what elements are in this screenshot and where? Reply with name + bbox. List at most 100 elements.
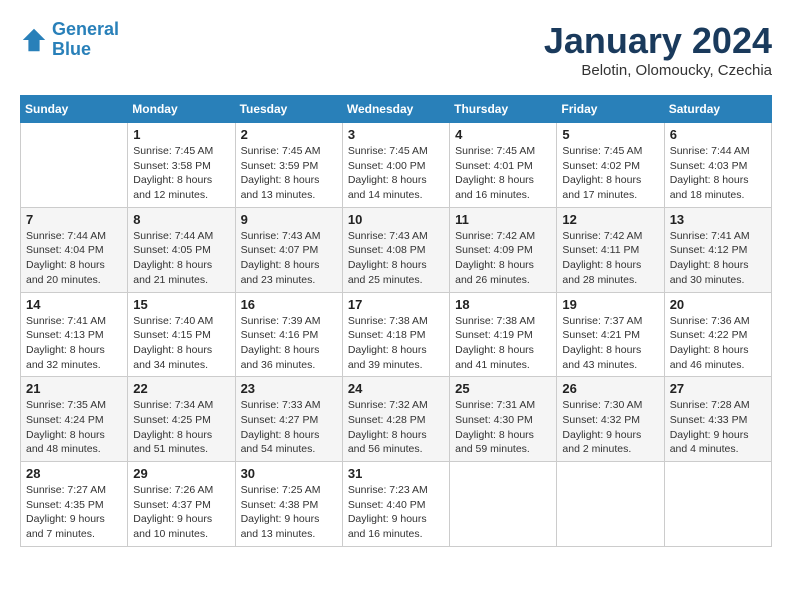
day-number: 19 xyxy=(562,297,658,312)
calendar-cell: 4 Sunrise: 7:45 AMSunset: 4:01 PMDaylight… xyxy=(450,123,557,208)
day-number: 11 xyxy=(455,212,551,227)
calendar-week-row: 28 Sunrise: 7:27 AMSunset: 4:35 PMDayligh… xyxy=(21,462,772,547)
day-info: Sunrise: 7:33 AMSunset: 4:27 PMDaylight:… xyxy=(241,398,337,457)
day-info: Sunrise: 7:43 AMSunset: 4:07 PMDaylight:… xyxy=(241,229,337,288)
calendar-cell: 7 Sunrise: 7:44 AMSunset: 4:04 PMDaylight… xyxy=(21,207,128,292)
weekday-header-row: SundayMondayTuesdayWednesdayThursdayFrid… xyxy=(21,96,772,123)
day-number: 21 xyxy=(26,381,122,396)
day-info: Sunrise: 7:26 AMSunset: 4:37 PMDaylight:… xyxy=(133,483,229,542)
day-number: 7 xyxy=(26,212,122,227)
weekday-header: Monday xyxy=(128,96,235,123)
calendar-cell: 19 Sunrise: 7:37 AMSunset: 4:21 PMDayligh… xyxy=(557,292,664,377)
calendar-cell: 31 Sunrise: 7:23 AMSunset: 4:40 PMDayligh… xyxy=(342,462,449,547)
day-info: Sunrise: 7:28 AMSunset: 4:33 PMDaylight:… xyxy=(670,398,766,457)
day-info: Sunrise: 7:44 AMSunset: 4:05 PMDaylight:… xyxy=(133,229,229,288)
day-info: Sunrise: 7:45 AMSunset: 4:01 PMDaylight:… xyxy=(455,144,551,203)
day-number: 10 xyxy=(348,212,444,227)
calendar-cell: 18 Sunrise: 7:38 AMSunset: 4:19 PMDayligh… xyxy=(450,292,557,377)
calendar-cell: 15 Sunrise: 7:40 AMSunset: 4:15 PMDayligh… xyxy=(128,292,235,377)
day-number: 4 xyxy=(455,127,551,142)
day-number: 26 xyxy=(562,381,658,396)
day-info: Sunrise: 7:38 AMSunset: 4:19 PMDaylight:… xyxy=(455,314,551,373)
calendar-cell: 2Sunrise: 7:45 AMSunset: 3:59 PMDaylight… xyxy=(235,123,342,208)
title-block: January 2024 Belotin, Olomoucky, Czechia xyxy=(544,20,772,79)
day-number: 30 xyxy=(241,466,337,481)
day-number: 31 xyxy=(348,466,444,481)
calendar-cell xyxy=(664,462,771,547)
calendar-cell: 26 Sunrise: 7:30 AMSunset: 4:32 PMDayligh… xyxy=(557,377,664,462)
day-number: 9 xyxy=(241,212,337,227)
calendar-cell: 29 Sunrise: 7:26 AMSunset: 4:37 PMDayligh… xyxy=(128,462,235,547)
day-number: 22 xyxy=(133,381,229,396)
day-number: 5 xyxy=(562,127,658,142)
day-number: 27 xyxy=(670,381,766,396)
calendar-cell: 24 Sunrise: 7:32 AMSunset: 4:28 PMDayligh… xyxy=(342,377,449,462)
day-info: Sunrise: 7:41 AMSunset: 4:13 PMDaylight:… xyxy=(26,314,122,373)
day-info: Sunrise: 7:32 AMSunset: 4:28 PMDaylight:… xyxy=(348,398,444,457)
calendar-cell: 25 Sunrise: 7:31 AMSunset: 4:30 PMDayligh… xyxy=(450,377,557,462)
calendar-week-row: 21 Sunrise: 7:35 AMSunset: 4:24 PMDayligh… xyxy=(21,377,772,462)
day-number: 16 xyxy=(241,297,337,312)
day-info: Sunrise: 7:30 AMSunset: 4:32 PMDaylight:… xyxy=(562,398,658,457)
weekday-header: Wednesday xyxy=(342,96,449,123)
weekday-header: Thursday xyxy=(450,96,557,123)
weekday-header: Friday xyxy=(557,96,664,123)
day-number: 12 xyxy=(562,212,658,227)
calendar-cell xyxy=(557,462,664,547)
day-number: 2 xyxy=(241,127,337,142)
day-number: 20 xyxy=(670,297,766,312)
day-info: Sunrise: 7:42 AMSunset: 4:11 PMDaylight:… xyxy=(562,229,658,288)
day-number: 14 xyxy=(26,297,122,312)
day-info: Sunrise: 7:38 AMSunset: 4:18 PMDaylight:… xyxy=(348,314,444,373)
day-info: Sunrise: 7:37 AMSunset: 4:21 PMDaylight:… xyxy=(562,314,658,373)
day-number: 6 xyxy=(670,127,766,142)
day-info: Sunrise: 7:25 AMSunset: 4:38 PMDaylight:… xyxy=(241,483,337,542)
day-number: 28 xyxy=(26,466,122,481)
logo-icon xyxy=(20,26,48,54)
day-info: Sunrise: 7:23 AMSunset: 4:40 PMDaylight:… xyxy=(348,483,444,542)
calendar-cell: 3Sunrise: 7:45 AMSunset: 4:00 PMDaylight… xyxy=(342,123,449,208)
day-info: Sunrise: 7:35 AMSunset: 4:24 PMDaylight:… xyxy=(26,398,122,457)
day-info: Sunrise: 7:27 AMSunset: 4:35 PMDaylight:… xyxy=(26,483,122,542)
weekday-header: Tuesday xyxy=(235,96,342,123)
day-number: 24 xyxy=(348,381,444,396)
day-info: Sunrise: 7:39 AMSunset: 4:16 PMDaylight:… xyxy=(241,314,337,373)
day-number: 15 xyxy=(133,297,229,312)
calendar-cell: 6Sunrise: 7:44 AMSunset: 4:03 PMDaylight… xyxy=(664,123,771,208)
day-info: Sunrise: 7:40 AMSunset: 4:15 PMDaylight:… xyxy=(133,314,229,373)
weekday-header: Saturday xyxy=(664,96,771,123)
calendar-week-row: 1 Sunrise: 7:45 AMSunset: 3:58 PMDaylight… xyxy=(21,123,772,208)
calendar-cell: 1 Sunrise: 7:45 AMSunset: 3:58 PMDaylight… xyxy=(128,123,235,208)
calendar-cell: 17 Sunrise: 7:38 AMSunset: 4:18 PMDayligh… xyxy=(342,292,449,377)
calendar-cell: 28 Sunrise: 7:27 AMSunset: 4:35 PMDayligh… xyxy=(21,462,128,547)
day-info: Sunrise: 7:31 AMSunset: 4:30 PMDaylight:… xyxy=(455,398,551,457)
day-info: Sunrise: 7:36 AMSunset: 4:22 PMDaylight:… xyxy=(670,314,766,373)
day-info: Sunrise: 7:44 AMSunset: 4:04 PMDaylight:… xyxy=(26,229,122,288)
calendar-cell: 13 Sunrise: 7:41 AMSunset: 4:12 PMDayligh… xyxy=(664,207,771,292)
calendar-cell: 10 Sunrise: 7:43 AMSunset: 4:08 PMDayligh… xyxy=(342,207,449,292)
logo-text: General Blue xyxy=(52,20,119,60)
day-info: Sunrise: 7:43 AMSunset: 4:08 PMDaylight:… xyxy=(348,229,444,288)
day-number: 25 xyxy=(455,381,551,396)
day-number: 13 xyxy=(670,212,766,227)
calendar-cell: 20 Sunrise: 7:36 AMSunset: 4:22 PMDayligh… xyxy=(664,292,771,377)
calendar-cell: 22Sunrise: 7:34 AMSunset: 4:25 PMDayligh… xyxy=(128,377,235,462)
day-info: Sunrise: 7:45 AMSunset: 3:58 PMDaylight:… xyxy=(133,144,229,203)
day-info: Sunrise: 7:41 AMSunset: 4:12 PMDaylight:… xyxy=(670,229,766,288)
calendar-cell: 12 Sunrise: 7:42 AMSunset: 4:11 PMDayligh… xyxy=(557,207,664,292)
calendar-cell: 23Sunrise: 7:33 AMSunset: 4:27 PMDayligh… xyxy=(235,377,342,462)
weekday-header: Sunday xyxy=(21,96,128,123)
day-number: 29 xyxy=(133,466,229,481)
calendar-cell xyxy=(450,462,557,547)
day-number: 17 xyxy=(348,297,444,312)
calendar-week-row: 7 Sunrise: 7:44 AMSunset: 4:04 PMDaylight… xyxy=(21,207,772,292)
calendar-cell: 21 Sunrise: 7:35 AMSunset: 4:24 PMDayligh… xyxy=(21,377,128,462)
calendar-cell: 16 Sunrise: 7:39 AMSunset: 4:16 PMDayligh… xyxy=(235,292,342,377)
logo-line1: General xyxy=(52,19,119,39)
calendar-cell xyxy=(21,123,128,208)
location: Belotin, Olomoucky, Czechia xyxy=(544,62,772,79)
calendar-week-row: 14 Sunrise: 7:41 AMSunset: 4:13 PMDayligh… xyxy=(21,292,772,377)
logo: General Blue xyxy=(20,20,119,60)
day-number: 18 xyxy=(455,297,551,312)
day-number: 1 xyxy=(133,127,229,142)
